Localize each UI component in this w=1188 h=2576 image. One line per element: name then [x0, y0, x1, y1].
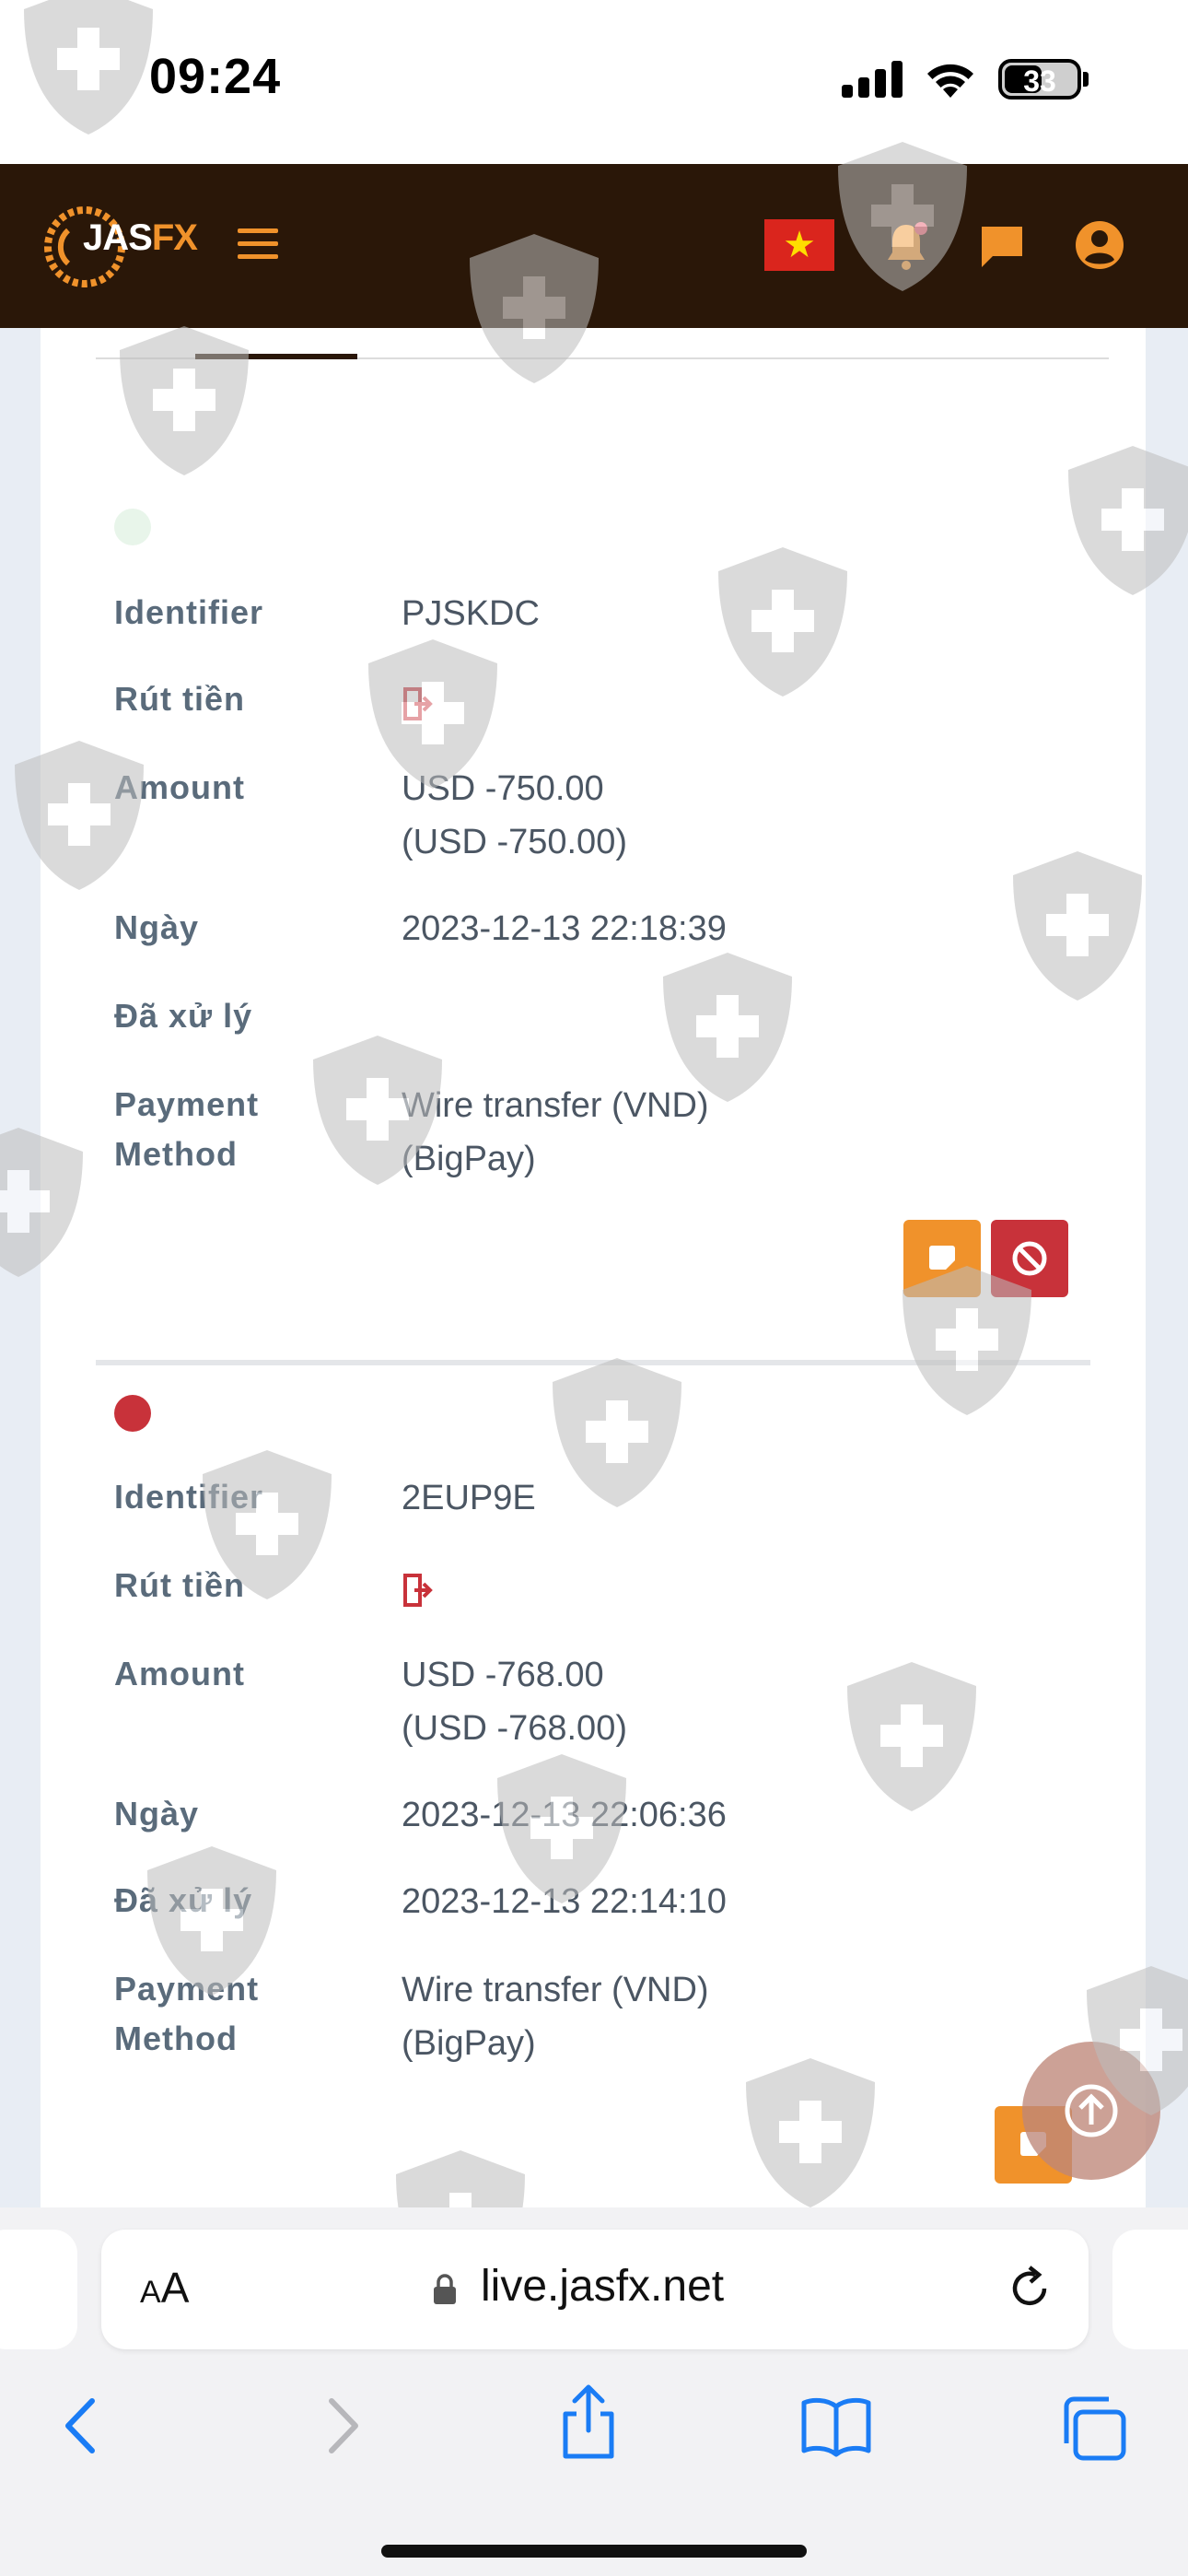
identifier-label: Identifier [114, 593, 264, 631]
processed-value: 2023-12-13 22:14:10 [402, 1882, 727, 1921]
browser-address-area: AA live.jasfx.net [0, 2207, 1188, 2355]
date-label: Ngày [114, 1795, 200, 1832]
date-value: 2023-12-13 22:06:36 [402, 1796, 727, 1834]
ban-icon [1012, 1241, 1047, 1276]
cellular-signal-icon [842, 61, 903, 98]
back-icon[interactable] [55, 2394, 111, 2458]
status-dot [114, 1395, 151, 1432]
transaction-divider [96, 1360, 1090, 1365]
previous-tab-preview[interactable] [0, 2230, 77, 2349]
reload-icon[interactable] [1002, 2261, 1057, 2316]
battery-icon: 33 [998, 59, 1081, 100]
status-dot [114, 509, 151, 545]
cancel-button[interactable] [991, 1220, 1068, 1297]
chat-icon[interactable] [978, 223, 1026, 269]
lock-icon [434, 2274, 456, 2304]
address-bar[interactable]: AA live.jasfx.net [101, 2230, 1089, 2349]
type-label: Rút tiền [114, 680, 245, 718]
forward-icon[interactable] [313, 2394, 368, 2458]
arrow-up-icon [1065, 2084, 1118, 2137]
date-label: Ngày [114, 908, 200, 946]
payment-method-value: Wire transfer (VND) [402, 1086, 709, 1125]
browser-toolbar [0, 2355, 1188, 2576]
payment-method-value: Wire transfer (VND) [402, 1971, 709, 2009]
amount-value: USD -768.00 [402, 1656, 604, 1694]
transactions-card: Identifier PJSKDC Rút tiền Amount USD -7… [41, 328, 1146, 2207]
status-bar: 09:24 33 [0, 0, 1188, 164]
identifier-value: PJSKDC [402, 594, 540, 633]
processed-label: Đã xử lý [114, 1881, 253, 1919]
withdraw-icon [403, 687, 433, 720]
reader-options-button[interactable]: AA [140, 2263, 189, 2313]
amount-base-value: (USD -768.00) [402, 1709, 627, 1748]
withdraw-icon [403, 1574, 433, 1607]
note-button[interactable] [903, 1220, 981, 1297]
wifi-icon [927, 64, 973, 98]
payment-method-sub-value: (BigPay) [402, 1140, 536, 1178]
payment-method-sub-value: (BigPay) [402, 2024, 536, 2063]
bookmarks-icon[interactable] [799, 2394, 873, 2458]
bell-icon[interactable] [884, 221, 928, 271]
url-text[interactable]: live.jasfx.net [481, 2261, 724, 2312]
scroll-to-top-button[interactable] [1022, 2042, 1160, 2180]
home-indicator [381, 2545, 807, 2558]
type-label: Rút tiền [114, 1566, 245, 1604]
status-time: 09:24 [149, 49, 282, 104]
hamburger-icon[interactable] [238, 228, 278, 262]
payment-method-label-line2: Method [114, 2020, 238, 2057]
date-value: 2023-12-13 22:18:39 [402, 909, 727, 948]
language-flag-button[interactable]: ★ [764, 219, 834, 271]
active-tab-indicator [195, 354, 357, 359]
processed-label: Đã xử lý [114, 997, 253, 1035]
amount-label: Amount [114, 1655, 245, 1692]
battery-level: 33 [1023, 64, 1056, 98]
payment-method-label-line2: Method [114, 1135, 238, 1173]
logo-text: JASFX [83, 217, 198, 258]
amount-label: Amount [114, 768, 245, 806]
payment-method-label-line1: Payment [114, 1970, 260, 2008]
share-icon[interactable] [556, 2383, 621, 2462]
amount-base-value: (USD -750.00) [402, 823, 627, 861]
next-tab-preview[interactable] [1112, 2230, 1188, 2349]
tabs-icon[interactable] [1057, 2394, 1131, 2464]
note-icon [929, 1246, 955, 1270]
payment-method-label-line1: Payment [114, 1085, 260, 1123]
amount-value: USD -750.00 [402, 769, 604, 808]
user-account-icon[interactable] [1074, 219, 1125, 271]
identifier-label: Identifier [114, 1478, 264, 1516]
identifier-value: 2EUP9E [402, 1479, 536, 1517]
app-header: JASFX ★ [0, 164, 1188, 328]
